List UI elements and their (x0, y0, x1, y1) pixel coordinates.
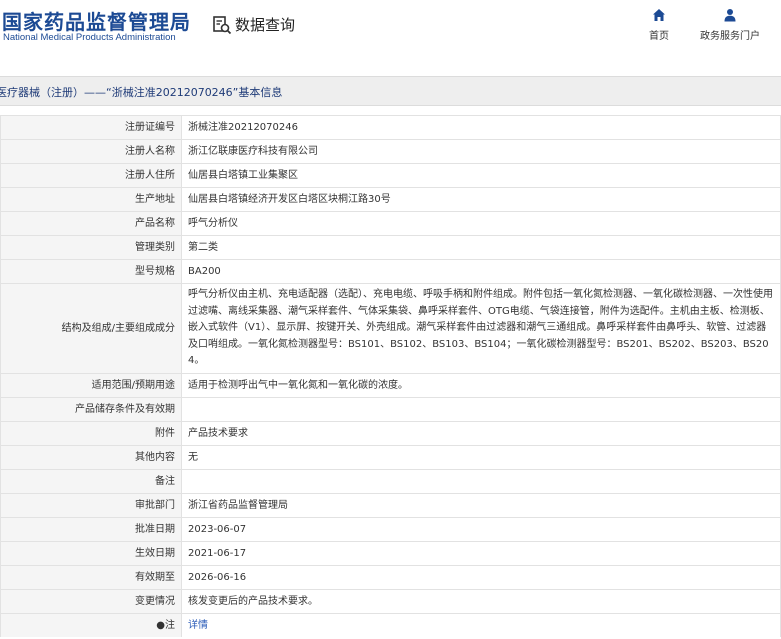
table-row-model-spec: 型号规格 BA200 (0, 259, 781, 284)
row-label-intended-use: 适用范围/预期用途 (0, 373, 182, 398)
site-logo-cn[interactable]: 国家药品监督管理局 (2, 6, 191, 35)
row-label-approval-department: 审批部门 (0, 493, 182, 518)
row-label-product-name: 产品名称 (0, 211, 182, 236)
user-icon (724, 9, 736, 22)
row-label-storage-conditions: 产品储存条件及有效期 (0, 397, 182, 422)
table-row-structure-composition: 结构及组成/主要组成成分 呼气分析仪由主机、充电适配器（选配）、充电电缆、呼吸手柄… (0, 283, 781, 374)
row-value-management-category: 第二类 (181, 235, 781, 260)
record-title: 医疗器械（注册）——“浙械注准20212070246”基本信息 (0, 86, 283, 99)
row-value-approval-department: 浙江省药品监督管理局 (181, 493, 781, 518)
table-row-intended-use: 适用范围/预期用途 适用于检测呼出气中一氧化氮和一氧化碳的浓度。 (0, 373, 781, 398)
row-value-registrant-name: 浙江亿联康医疗科技有限公司 (181, 139, 781, 164)
row-label-structure-composition: 结构及组成/主要组成成分 (0, 283, 182, 374)
row-value-intended-use: 适用于检测呼出气中一氧化氮和一氧化碳的浓度。 (181, 373, 781, 398)
row-value-attachment: 产品技术要求 (181, 421, 781, 446)
row-label-change-info: 变更情况 (0, 589, 182, 614)
nav-gov-service[interactable]: 政务服务门户 (696, 8, 764, 42)
table-row-management-category: 管理类别 第二类 (0, 235, 781, 260)
row-label-model-spec: 型号规格 (0, 259, 182, 284)
row-value-model-spec: BA200 (181, 259, 781, 284)
table-row-expiry-date: 有效期至 2026-06-16 (0, 565, 781, 590)
row-value-expiry-date: 2026-06-16 (181, 565, 781, 590)
table-row-registrant-address: 注册人住所 仙居县白塔镇工业集聚区 (0, 163, 781, 188)
row-label-approval-date: 批准日期 (0, 517, 182, 542)
data-query-label: 数据查询 (235, 16, 296, 34)
record-title-bar: 医疗器械（注册）——“浙械注准20212070246”基本信息 (0, 76, 781, 106)
table-row-production-address: 生产地址 仙居县白塔镇经济开发区白塔区块桐江路30号 (0, 187, 781, 212)
row-label-registrant-name: 注册人名称 (0, 139, 182, 164)
row-value-change-info: 核发变更后的产品技术要求。 (181, 589, 781, 614)
table-row-reg-cert-no: 注册证编号 浙械注准20212070246 (0, 115, 781, 140)
row-value-approval-date: 2023-06-07 (181, 517, 781, 542)
row-label-registrant-address: 注册人住所 (0, 163, 182, 188)
row-label-management-category: 管理类别 (0, 235, 182, 260)
nav-home-label: 首页 (649, 31, 669, 42)
row-label-expiry-date: 有效期至 (0, 565, 182, 590)
nav-home[interactable]: 首页 (639, 8, 679, 42)
row-value-storage-conditions (181, 397, 781, 422)
row-label-remark: 备注 (0, 469, 182, 494)
row-label-reg-cert-no: 注册证编号 (0, 115, 182, 140)
row-value-product-name: 呼气分析仪 (181, 211, 781, 236)
table-row-change-info: 变更情况 核发变更后的产品技术要求。 (0, 589, 781, 614)
home-icon (653, 9, 665, 21)
site-logo-en[interactable]: National Medical Products Administration (3, 32, 176, 43)
table-row-storage-conditions: 产品储存条件及有效期 (0, 397, 781, 422)
record-info-table: 注册证编号 浙械注准20212070246 注册人名称 浙江亿联康医疗科技有限公司 注册… (0, 115, 781, 637)
row-label-effective-date: 生效日期 (0, 541, 182, 566)
row-label-other-content: 其他内容 (0, 445, 182, 470)
row-label-note: ●注 (0, 613, 182, 637)
table-row-attachment: 附件 产品技术要求 (0, 421, 781, 446)
row-value-registrant-address: 仙居县白塔镇工业集聚区 (181, 163, 781, 188)
row-value-other-content: 无 (181, 445, 781, 470)
data-query-icon (213, 15, 232, 34)
row-value-production-address: 仙居县白塔镇经济开发区白塔区块桐江路30号 (181, 187, 781, 212)
table-row-approval-department: 审批部门 浙江省药品监督管理局 (0, 493, 781, 518)
table-row-registrant-name: 注册人名称 浙江亿联康医疗科技有限公司 (0, 139, 781, 164)
nav-gov-service-label: 政务服务门户 (700, 31, 760, 42)
data-query-link[interactable]: 数据查询 (212, 14, 295, 35)
table-row-note: ●注 详情 (0, 613, 781, 637)
table-row-other-content: 其他内容无 (0, 445, 781, 470)
table-row-effective-date: 生效日期 2021-06-17 (0, 541, 781, 566)
row-label-production-address: 生产地址 (0, 187, 182, 212)
table-row-product-name: 产品名称 呼气分析仪 (0, 211, 781, 236)
row-value-remark (181, 469, 781, 494)
site-header: 国家药品监督管理局 National Medical Products Admi… (0, 0, 781, 62)
row-value-structure-composition: 呼气分析仪由主机、充电适配器（选配）、充电电缆、呼吸手柄和附件组成。附件包括一氧… (181, 283, 781, 374)
row-value-note: 详情 (181, 613, 781, 637)
row-value-effective-date: 2021-06-17 (181, 541, 781, 566)
row-value-reg-cert-no: 浙械注准20212070246 (181, 115, 781, 140)
table-row-remark: 备注 (0, 469, 781, 494)
table-row-approval-date: 批准日期 2023-06-07 (0, 517, 781, 542)
details-link[interactable]: 详情 (188, 620, 208, 631)
row-label-attachment: 附件 (0, 421, 182, 446)
